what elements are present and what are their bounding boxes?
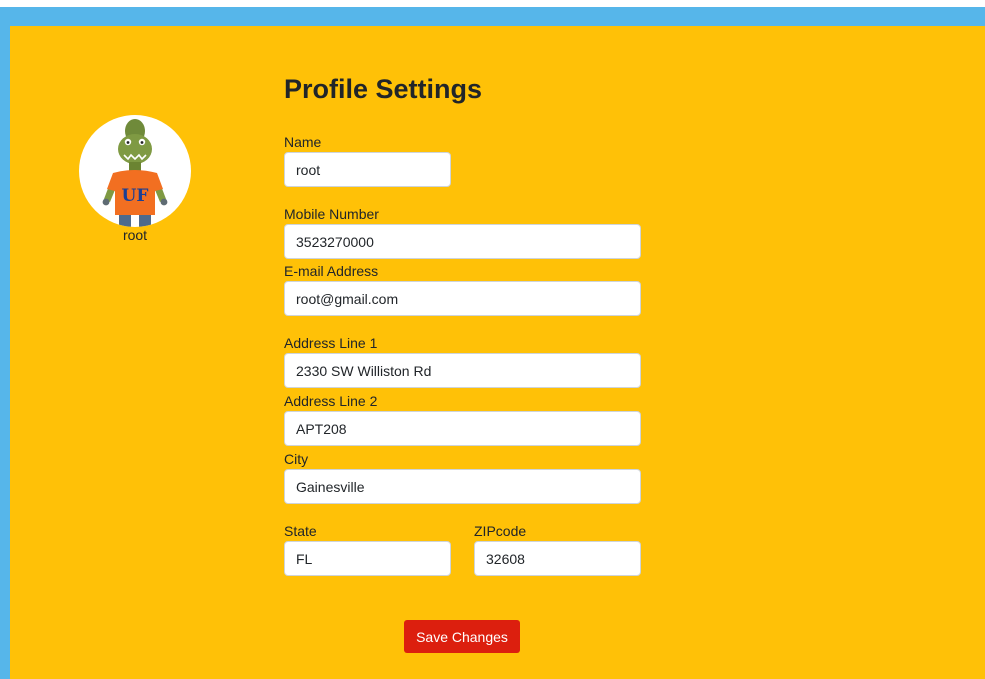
name-label: Name: [284, 134, 322, 150]
page-title: Profile Settings: [284, 74, 483, 104]
mobile-number-label: Mobile Number: [284, 206, 379, 222]
city-input[interactable]: [284, 469, 641, 504]
city-label: City: [284, 451, 309, 467]
address-line-2-input[interactable]: [284, 411, 641, 446]
window-top-border: [0, 7, 985, 26]
address-line-1-input[interactable]: [284, 353, 641, 388]
email-label: E-mail Address: [284, 263, 379, 279]
address-line-1-label: Address Line 1: [284, 335, 378, 351]
email-input[interactable]: [284, 281, 641, 316]
profile-username: root: [122, 227, 148, 243]
avatar-text: UF: [122, 186, 149, 206]
gator-mascot-avatar-icon: UF: [102, 119, 168, 227]
zipcode-label: ZIPcode: [474, 523, 527, 539]
state-input[interactable]: [284, 541, 451, 576]
name-input[interactable]: [284, 152, 451, 187]
mobile-number-input[interactable]: [284, 224, 641, 259]
state-label: State: [284, 523, 317, 539]
zipcode-input[interactable]: [474, 541, 641, 576]
save-changes-button[interactable]: Save Changes: [404, 620, 520, 653]
address-line-2-label: Address Line 2: [284, 393, 378, 409]
avatar: UF: [79, 115, 191, 227]
window-left-border: [0, 7, 10, 679]
